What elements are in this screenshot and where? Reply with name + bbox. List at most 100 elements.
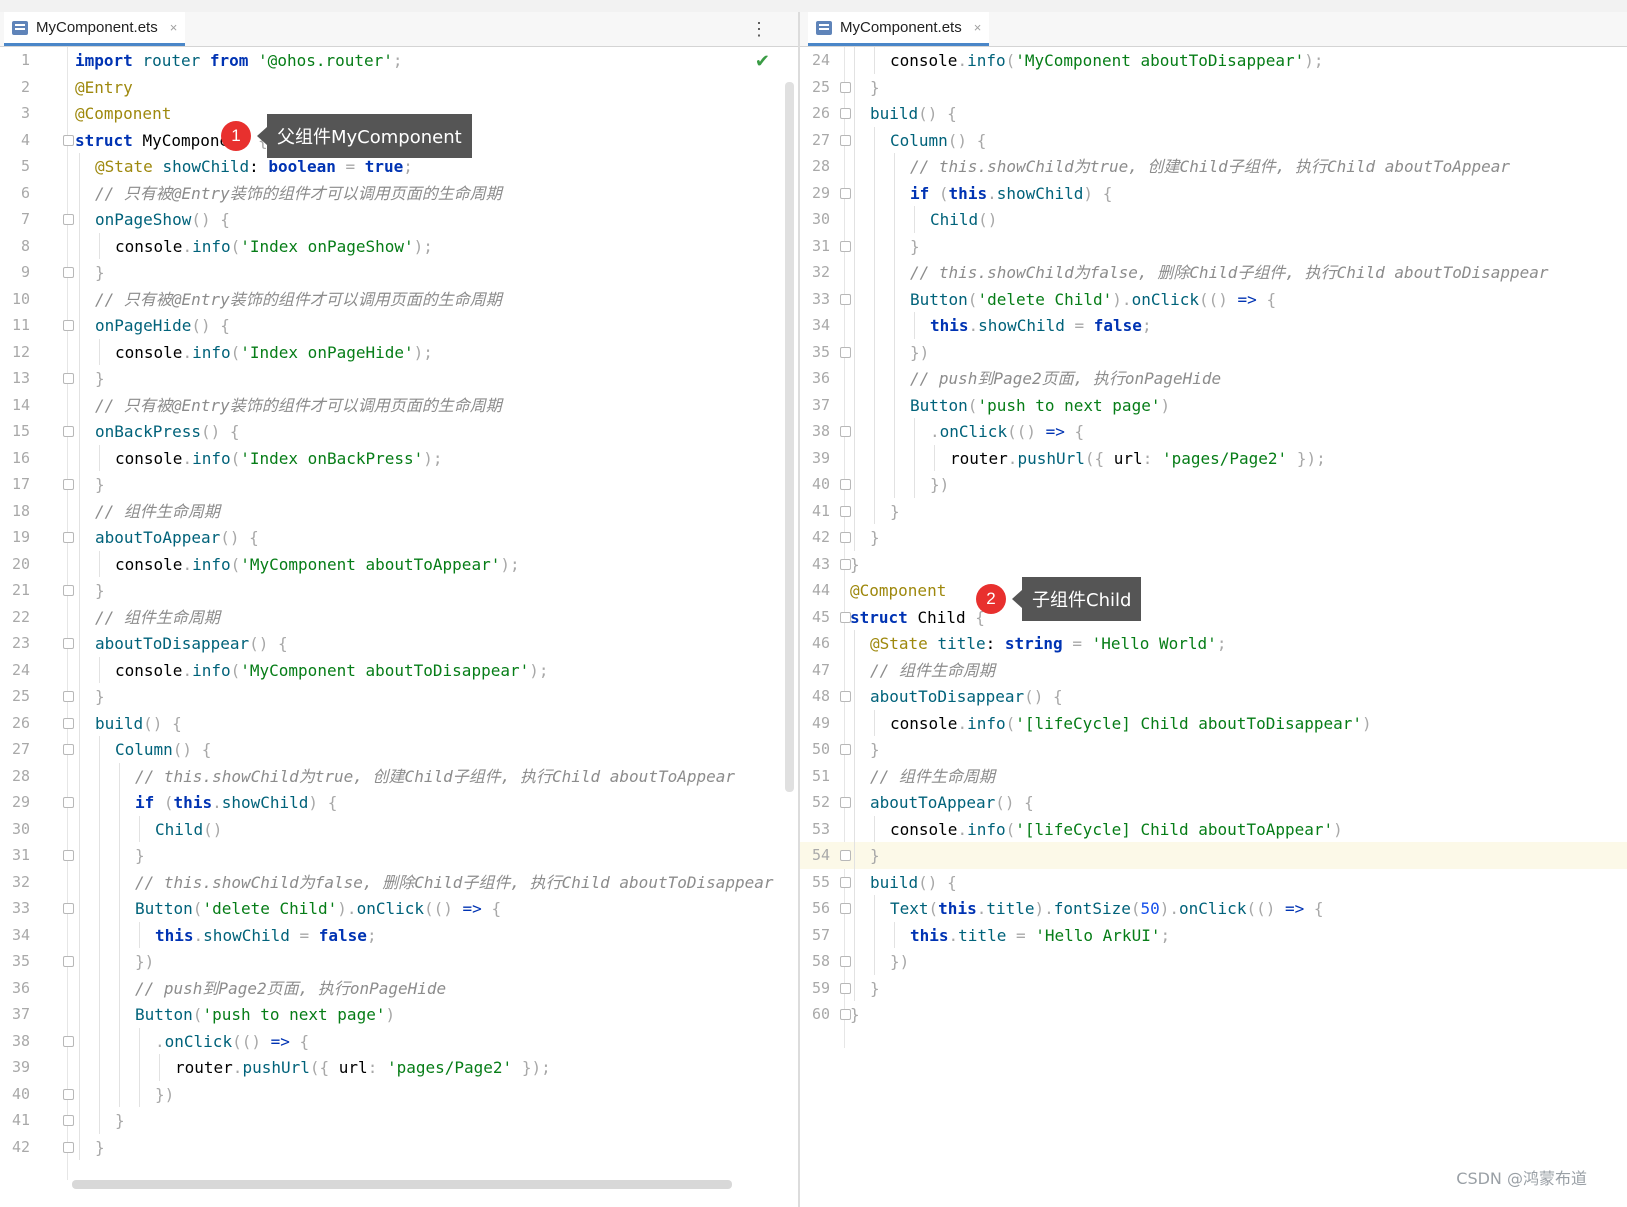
code-line[interactable]: 25} bbox=[0, 683, 798, 710]
code-line[interactable]: 39 router.pushUrl({ url: 'pages/Page2' })… bbox=[800, 444, 1627, 472]
code-line[interactable]: 59} bbox=[800, 974, 1627, 1002]
fold-marker-icon[interactable] bbox=[63, 1088, 74, 1100]
code-line[interactable]: 13} bbox=[0, 365, 798, 392]
code-line[interactable]: 28 // this.showChild为true, 创建Child子组件, 执行… bbox=[800, 153, 1627, 180]
fold-marker-icon[interactable] bbox=[840, 505, 851, 517]
fold-marker-icon[interactable] bbox=[63, 1115, 74, 1126]
code-line[interactable]: 33 Button('delete Child').onClick(() => { bbox=[800, 285, 1627, 313]
code-line[interactable]: 31} bbox=[0, 842, 798, 869]
code-line[interactable]: 26 build() { bbox=[0, 709, 798, 737]
code-line[interactable]: 21} bbox=[0, 577, 798, 604]
code-line[interactable]: 47 // 组件生命周期 bbox=[800, 656, 1627, 684]
editor-pane-right[interactable]: MyComponent.ets × 24 console.info('MyComp… bbox=[800, 12, 1627, 1207]
fold-marker-icon[interactable] bbox=[840, 956, 851, 967]
code-line[interactable]: 44 @Component bbox=[800, 577, 1627, 604]
code-line[interactable]: 10 // 只有被@Entry装饰的组件才可以调用页面的生命周期 bbox=[0, 285, 798, 313]
fold-marker-icon[interactable] bbox=[840, 293, 851, 305]
code-line[interactable]: 20 console.info('MyComponent aboutToAppea… bbox=[0, 550, 798, 578]
code-line[interactable]: 31} bbox=[800, 232, 1627, 260]
fold-marker-icon[interactable] bbox=[840, 346, 851, 358]
code-line[interactable]: 34 this.showChild = false; bbox=[800, 312, 1627, 339]
code-line[interactable]: 29 if (this.showChild) { bbox=[800, 179, 1627, 207]
fold-marker-icon[interactable] bbox=[63, 373, 74, 384]
code-line[interactable]: 17} bbox=[0, 471, 798, 498]
code-line[interactable]: 35}) bbox=[0, 948, 798, 975]
code-line[interactable]: 55 build() { bbox=[800, 868, 1627, 896]
code-line[interactable]: 14 // 只有被@Entry装饰的组件才可以调用页面的生命周期 bbox=[0, 391, 798, 419]
code-line[interactable]: 37 Button('push to next page') bbox=[0, 1001, 798, 1028]
code-line[interactable]: 16 console.info('Index onBackPress'); bbox=[0, 444, 798, 472]
code-line[interactable]: 34 this.showChild = false; bbox=[0, 921, 798, 949]
code-line[interactable]: 33 Button('delete Child').onClick(() => { bbox=[0, 895, 798, 922]
code-line[interactable]: 41} bbox=[800, 497, 1627, 525]
fold-marker-icon[interactable] bbox=[63, 134, 74, 146]
code-line[interactable]: 15 onBackPress() { bbox=[0, 418, 798, 445]
code-line[interactable]: 30 Child() bbox=[800, 206, 1627, 233]
code-line[interactable]: 32 // this.showChild为false, 删除Child子组件, 执… bbox=[800, 259, 1627, 286]
code-line[interactable]: 36 // push到Page2页面, 执行onPageHide bbox=[800, 365, 1627, 392]
code-line[interactable]: 41} bbox=[0, 1107, 798, 1134]
fold-marker-icon[interactable] bbox=[63, 1141, 74, 1153]
horizontal-scrollbar[interactable] bbox=[72, 1180, 732, 1189]
code-line[interactable]: 40}) bbox=[800, 471, 1627, 498]
code-line[interactable]: 56 Text(this.title).fontSize(50).onClick(… bbox=[800, 895, 1627, 922]
code-line[interactable]: 36 // push到Page2页面, 执行onPageHide bbox=[0, 974, 798, 1002]
fold-marker-icon[interactable] bbox=[63, 479, 74, 490]
code-line[interactable]: 19 aboutToAppear() { bbox=[0, 524, 798, 551]
code-line[interactable]: 6 // 只有被@Entry装饰的组件才可以调用页面的生命周期 bbox=[0, 179, 798, 207]
fold-marker-icon[interactable] bbox=[63, 691, 74, 702]
code-line[interactable]: 46 @State title: string = 'Hello World'; bbox=[800, 630, 1627, 657]
code-line[interactable]: 40}) bbox=[0, 1080, 798, 1108]
fold-marker-icon[interactable] bbox=[63, 638, 74, 649]
code-line[interactable]: 54} bbox=[800, 842, 1627, 869]
code-line[interactable]: 48 aboutToDisappear() { bbox=[800, 683, 1627, 710]
fold-marker-icon[interactable] bbox=[840, 797, 851, 808]
close-tab-icon[interactable]: × bbox=[170, 20, 178, 35]
close-tab-icon[interactable]: × bbox=[974, 20, 982, 35]
code-line[interactable]: 39 router.pushUrl({ url: 'pages/Page2' })… bbox=[0, 1054, 798, 1081]
fold-marker-icon[interactable] bbox=[63, 850, 74, 861]
code-line[interactable]: 28 // this.showChild为true, 创建Child子组件, 执行… bbox=[0, 762, 798, 790]
fold-marker-icon[interactable] bbox=[840, 903, 851, 914]
fold-marker-icon[interactable] bbox=[840, 982, 851, 994]
code-line[interactable]: 57 this.title = 'Hello ArkUI'; bbox=[800, 921, 1627, 949]
fold-marker-icon[interactable] bbox=[840, 479, 851, 490]
vertical-scrollbar[interactable] bbox=[785, 82, 794, 792]
code-line[interactable]: 24 console.info('MyComponent aboutToDisap… bbox=[800, 47, 1627, 74]
fold-marker-icon[interactable] bbox=[63, 797, 74, 808]
code-line[interactable]: 27 Column() { bbox=[0, 736, 798, 763]
code-line[interactable]: 2 @Entry bbox=[0, 74, 798, 101]
code-line[interactable]: 12 console.info('Index onPageHide'); bbox=[0, 338, 798, 366]
fold-marker-icon[interactable] bbox=[63, 320, 74, 331]
code-editor-right[interactable]: 24 console.info('MyComponent aboutToDisap… bbox=[800, 47, 1627, 1207]
code-line[interactable]: 8 console.info('Index onPageShow'); bbox=[0, 232, 798, 260]
code-editor-left[interactable]: ✔ 1 import router from '@ohos.router'; 2 @E… bbox=[0, 47, 798, 1207]
code-line[interactable]: 60} bbox=[800, 1001, 1627, 1028]
code-line[interactable]: 45 struct Child { bbox=[800, 604, 1627, 631]
fold-marker-icon[interactable] bbox=[840, 108, 851, 119]
code-line[interactable]: 23 aboutToDisappear() { bbox=[0, 630, 798, 657]
fold-marker-icon[interactable] bbox=[840, 187, 851, 199]
code-line[interactable]: 49 console.info('[lifeCycle] Child aboutT… bbox=[800, 709, 1627, 737]
code-line[interactable]: 58}) bbox=[800, 948, 1627, 975]
code-line[interactable]: 27 Column() { bbox=[800, 126, 1627, 154]
code-line[interactable]: 9} bbox=[0, 259, 798, 286]
code-line[interactable]: 42} bbox=[800, 524, 1627, 551]
fold-marker-icon[interactable] bbox=[840, 426, 851, 437]
code-line[interactable]: 26 build() { bbox=[800, 100, 1627, 127]
fold-marker-icon[interactable] bbox=[840, 240, 851, 252]
code-line[interactable]: 25} bbox=[800, 73, 1627, 101]
fold-marker-icon[interactable] bbox=[840, 850, 851, 861]
code-line[interactable]: 18 // 组件生命周期 bbox=[0, 497, 798, 525]
tab-mycomponent-left[interactable]: MyComponent.ets × bbox=[4, 12, 186, 46]
code-line[interactable]: 30 Child() bbox=[0, 815, 798, 843]
code-line[interactable]: 24 console.info('MyComponent aboutToDisap… bbox=[0, 656, 798, 684]
fold-marker-icon[interactable] bbox=[840, 134, 851, 146]
code-line[interactable]: 29 if (this.showChild) { bbox=[0, 789, 798, 816]
editor-pane-left[interactable]: MyComponent.ets × ⋮ ✔ 1 import router fro… bbox=[0, 12, 798, 1207]
code-line[interactable]: 37 Button('push to next page') bbox=[800, 391, 1627, 419]
code-line[interactable]: 38 .onClick(() => { bbox=[0, 1027, 798, 1055]
code-line[interactable]: 42} bbox=[0, 1133, 798, 1161]
fold-marker-icon[interactable] bbox=[63, 585, 74, 596]
fold-marker-icon[interactable] bbox=[63, 1035, 74, 1047]
